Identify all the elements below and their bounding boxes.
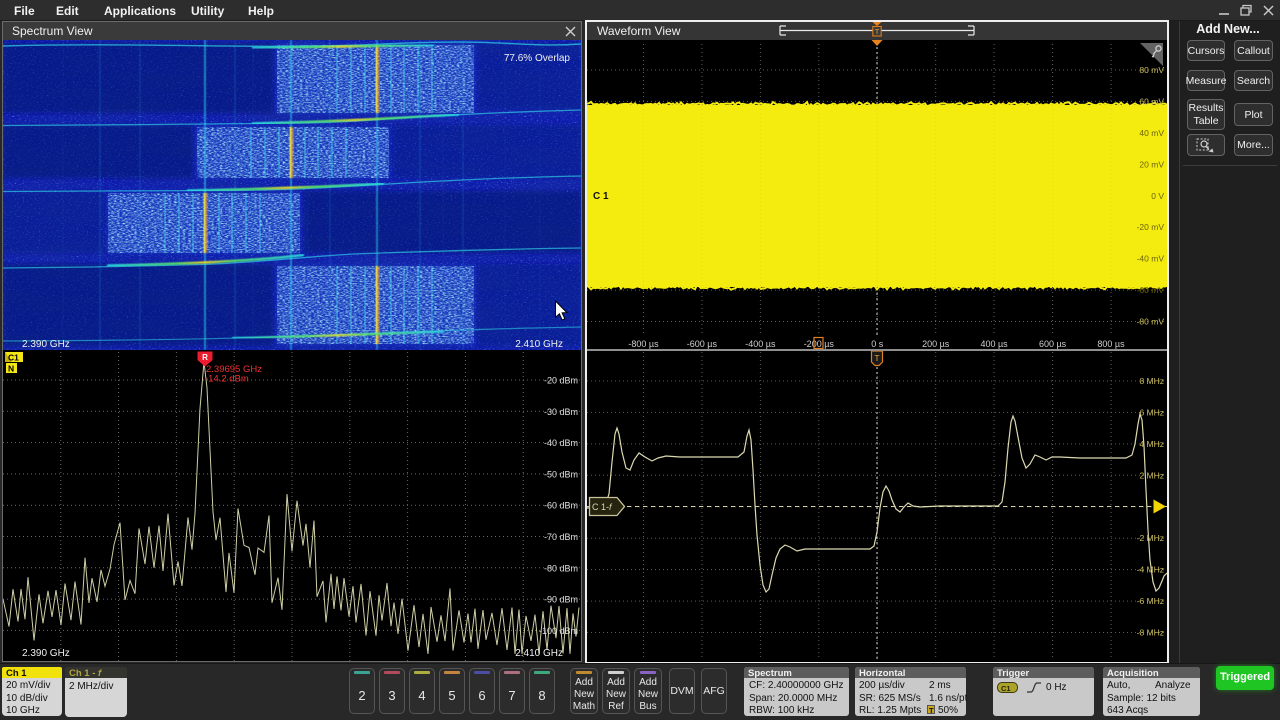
svg-text:2.410 GHz: 2.410 GHz (515, 648, 563, 659)
svg-text:-4 MHz: -4 MHz (1137, 565, 1164, 575)
svg-text:C 1: C 1 (593, 191, 609, 202)
svg-text:-60 mV: -60 mV (1137, 285, 1165, 295)
svg-text:0 V: 0 V (1151, 191, 1164, 201)
svg-text:8 MHz: 8 MHz (1139, 376, 1164, 386)
svg-text:N: N (8, 364, 14, 374)
svg-text:0 s: 0 s (871, 339, 884, 349)
svg-text:2.410 GHz: 2.410 GHz (515, 339, 563, 350)
svg-text:-20 mV: -20 mV (1137, 222, 1165, 232)
svg-text:-14.2 dBm: -14.2 dBm (205, 374, 249, 385)
svg-text:40 mV: 40 mV (1139, 128, 1164, 138)
svg-text:-40 dBm: -40 dBm (544, 438, 578, 448)
svg-text:T: T (874, 353, 879, 363)
svg-text:-40 mV: -40 mV (1137, 254, 1165, 264)
svg-text:2.390 GHz: 2.390 GHz (22, 648, 70, 659)
svg-text:-400 µs: -400 µs (745, 339, 776, 349)
svg-text:-200 µs: -200 µs (804, 339, 835, 349)
svg-text:60 mV: 60 mV (1139, 96, 1164, 106)
svg-text:C 1-f: C 1-f (592, 502, 613, 512)
svg-text:-20 dBm: -20 dBm (544, 376, 578, 386)
svg-text:2 MHz: 2 MHz (1139, 470, 1164, 480)
svg-text:6 MHz: 6 MHz (1139, 407, 1164, 417)
svg-text:400 µs: 400 µs (980, 339, 1008, 349)
svg-text:-30 dBm: -30 dBm (544, 407, 578, 417)
svg-text:-70 dBm: -70 dBm (544, 532, 578, 542)
svg-text:-6 MHz: -6 MHz (1137, 596, 1164, 606)
svg-text:-50 dBm: -50 dBm (544, 469, 578, 479)
svg-text:-80 mV: -80 mV (1137, 317, 1165, 327)
svg-text:-90 dBm: -90 dBm (544, 595, 578, 605)
svg-text:4 MHz: 4 MHz (1139, 439, 1164, 449)
svg-text:20 mV: 20 mV (1139, 159, 1164, 169)
svg-text:C1: C1 (8, 353, 19, 363)
svg-text:200 µs: 200 µs (922, 339, 950, 349)
svg-text:80 mV: 80 mV (1139, 65, 1164, 75)
svg-text:T: T (875, 27, 880, 36)
svg-text:2.390 GHz: 2.390 GHz (22, 339, 70, 350)
svg-text:-2 MHz: -2 MHz (1137, 533, 1164, 543)
svg-text:-800 µs: -800 µs (628, 339, 659, 349)
svg-text:-100 dBm: -100 dBm (539, 626, 578, 636)
svg-text:-600 µs: -600 µs (687, 339, 718, 349)
svg-text:-60 dBm: -60 dBm (544, 501, 578, 511)
svg-text:600 µs: 600 µs (1039, 339, 1067, 349)
svg-text:-8 MHz: -8 MHz (1137, 628, 1164, 638)
svg-text:-80 dBm: -80 dBm (544, 563, 578, 573)
svg-text:77.6% Overlap: 77.6% Overlap (504, 53, 571, 64)
svg-text:800 µs: 800 µs (1097, 339, 1125, 349)
svg-text:R: R (202, 353, 208, 362)
